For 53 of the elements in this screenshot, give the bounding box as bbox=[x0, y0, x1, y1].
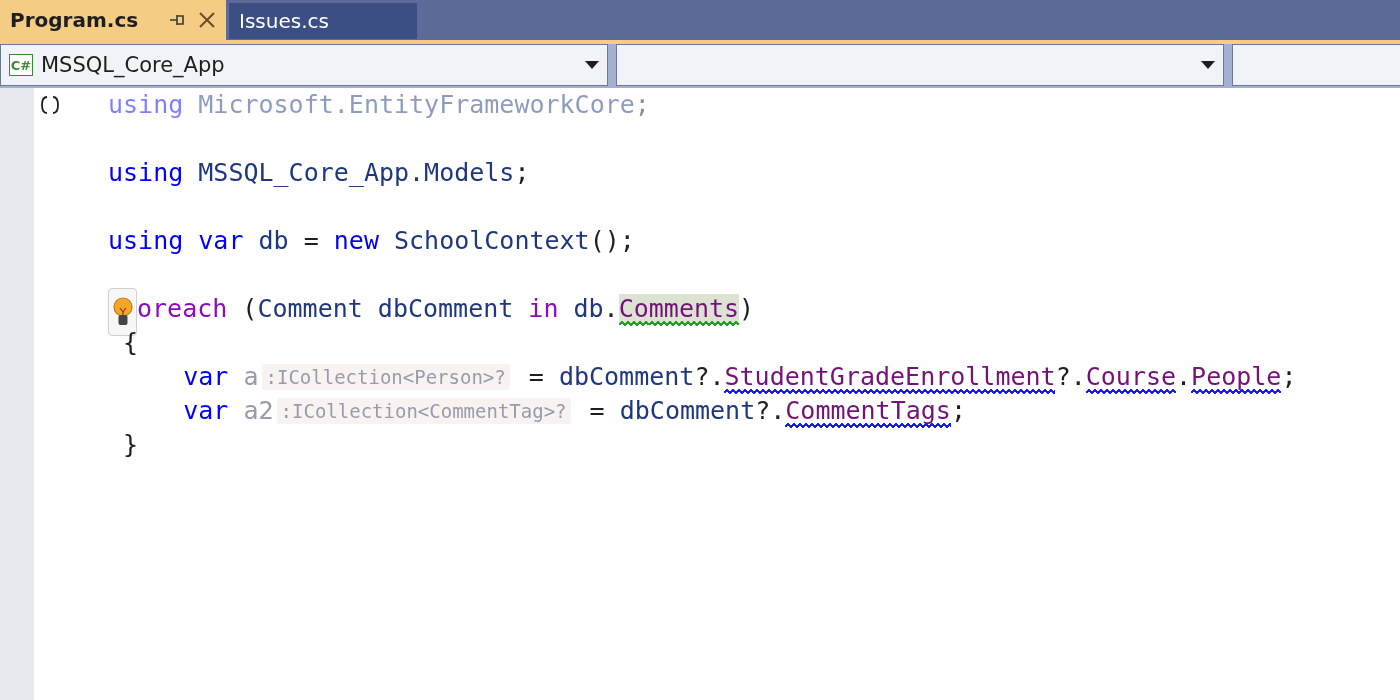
file-tab[interactable]: Program.cs bbox=[0, 0, 226, 40]
navigation-dropdown[interactable] bbox=[616, 44, 1224, 86]
identifier: db bbox=[257, 225, 289, 257]
identifier: Comment dbComment bbox=[257, 293, 514, 325]
punctuation: ?. bbox=[755, 395, 786, 427]
navigation-dropdown[interactable]: C# MSSQL_Core_App bbox=[0, 44, 608, 86]
dropdown-arrow-icon[interactable] bbox=[585, 61, 599, 69]
punctuation: = bbox=[588, 395, 605, 427]
keyword: new bbox=[332, 225, 379, 257]
property-name: StudentGradeEnrollment bbox=[724, 362, 1056, 391]
identifier: dbComment bbox=[557, 361, 695, 393]
punctuation: ; bbox=[634, 89, 650, 121]
keyword: using bbox=[108, 89, 184, 121]
close-icon[interactable] bbox=[198, 11, 216, 29]
variable-name: a bbox=[242, 361, 259, 393]
keyword: in bbox=[527, 293, 559, 325]
punctuation: } bbox=[122, 429, 139, 461]
punctuation: . bbox=[1176, 361, 1192, 393]
punctuation: { bbox=[122, 327, 139, 359]
property-name: CommentTags bbox=[785, 396, 951, 425]
keyword: using bbox=[108, 157, 184, 189]
file-tab[interactable]: Issues.cs bbox=[229, 3, 417, 39]
punctuation: ?. bbox=[1055, 361, 1086, 393]
keyword: oreach bbox=[137, 293, 228, 325]
dropdown-arrow-icon[interactable] bbox=[1201, 61, 1215, 69]
punctuation: = bbox=[302, 225, 319, 257]
inlay-hint: :ICollection<Person>? bbox=[261, 364, 510, 390]
punctuation: (); bbox=[589, 225, 635, 257]
punctuation: ; bbox=[1281, 361, 1297, 393]
property-name: mments bbox=[648, 294, 740, 323]
lightbulb-icon bbox=[111, 296, 134, 328]
keyword: using var bbox=[108, 225, 244, 257]
identifier: SchoolContext bbox=[393, 225, 590, 257]
punctuation: ; bbox=[514, 157, 530, 189]
punctuation: ?. bbox=[694, 361, 725, 393]
punctuation: . bbox=[603, 293, 619, 325]
keyword: var bbox=[182, 395, 229, 427]
property-name: People bbox=[1191, 362, 1282, 391]
property-name: Course bbox=[1085, 362, 1177, 391]
identifier: dbComment bbox=[618, 395, 756, 427]
csharp-icon: C# bbox=[9, 54, 33, 76]
identifier: MSSQL_Core_App.Models bbox=[197, 157, 515, 189]
punctuation: ( bbox=[241, 293, 258, 325]
property-name: Co bbox=[618, 294, 649, 323]
punctuation: = bbox=[527, 361, 544, 393]
identifier: Microsoft.EntityFrameworkCore bbox=[197, 89, 635, 121]
inlay-hint: :ICollection<CommentTag>? bbox=[276, 398, 571, 424]
variable-name: a2 bbox=[242, 395, 274, 427]
navigation-dropdown[interactable] bbox=[1232, 44, 1400, 86]
punctuation: ) bbox=[739, 293, 755, 325]
identifier: db bbox=[572, 293, 604, 325]
punctuation: ; bbox=[950, 395, 966, 427]
keyword: var bbox=[182, 361, 229, 393]
